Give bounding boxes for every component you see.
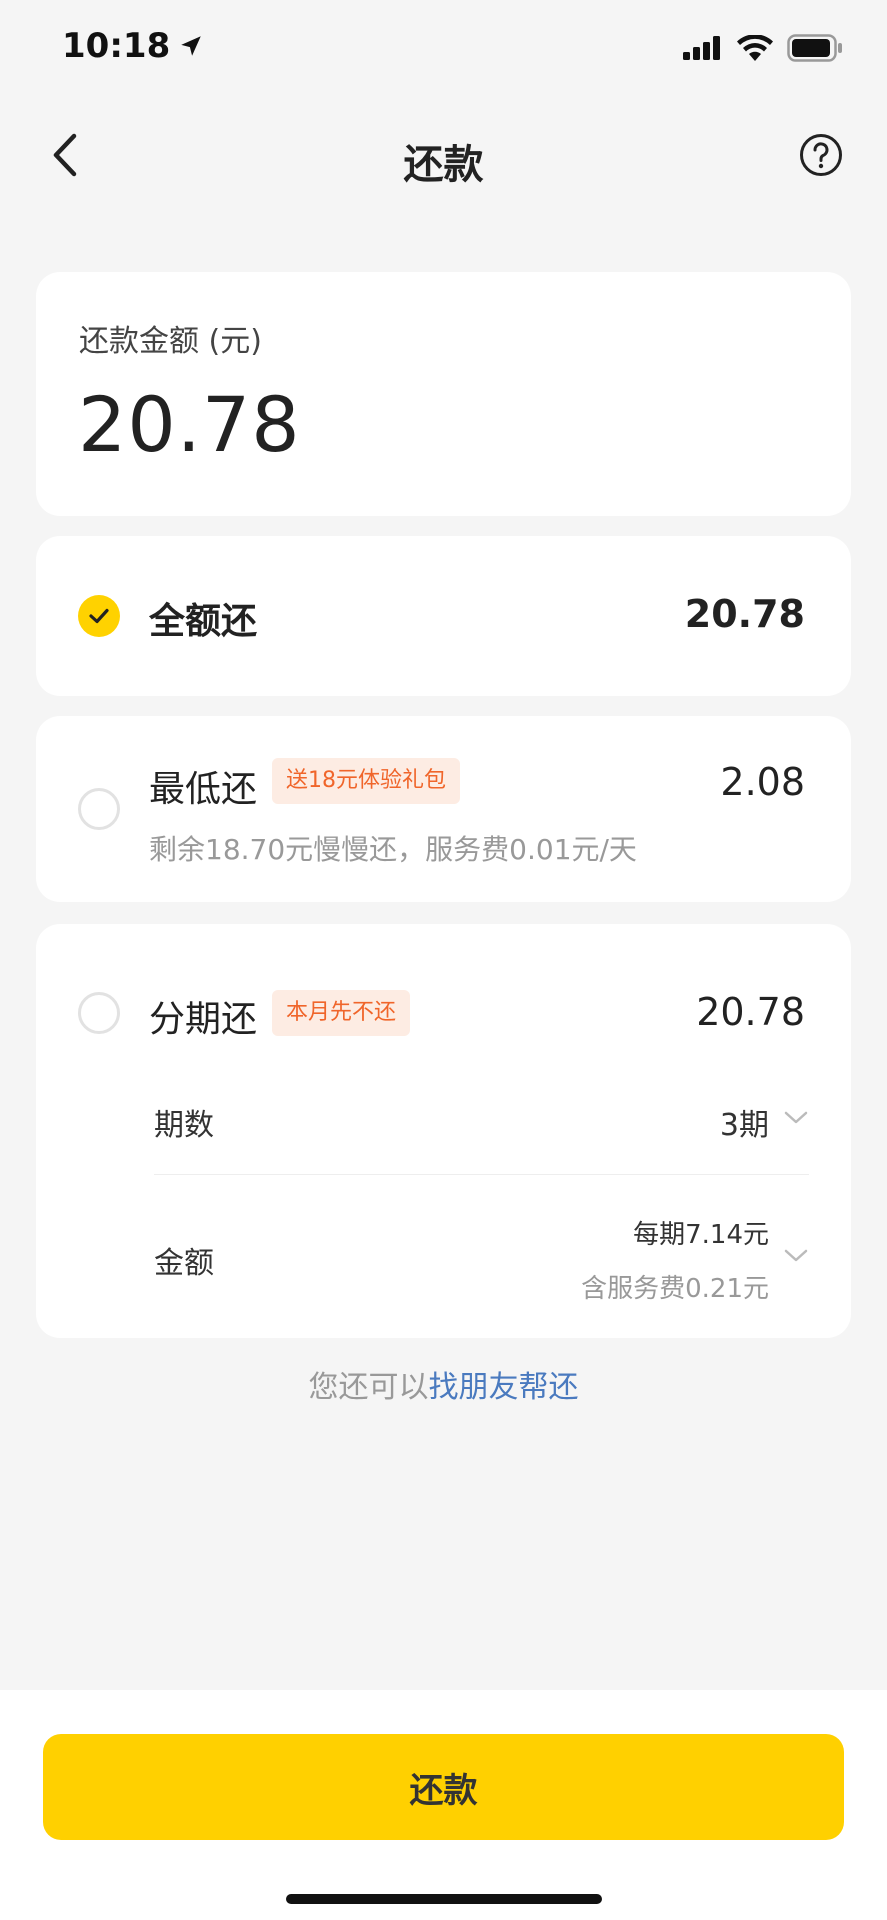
option-installment-title: 分期还 [149,999,258,1040]
status-bar: 10:18 [0,0,887,100]
home-indicator [286,1894,602,1904]
repayment-amount-value: 20.78 [78,380,301,469]
option-minimum-title: 最低还 [149,769,258,810]
ask-friend-line: 您还可以找朋友帮还 [0,1362,887,1406]
repayment-amount-label: 还款金额 (元) [79,324,262,359]
cellular-signal-icon [683,36,720,60]
ask-friend-link[interactable]: 找朋友帮还 [429,1370,579,1405]
installment-per-period-amount: 每期7.14元 [633,1220,769,1250]
status-time: 10:18 [62,26,204,66]
option-installment-repayment[interactable]: 分期还 本月先不还 20.78 期数 3期 金额 每期7.14元 含服务费0.2… [36,924,851,1338]
option-minimum-repayment[interactable]: 最低还 送18元体验礼包 2.08 剩余18.70元慢慢还，服务费0.01元/天 [36,716,851,902]
chevron-down-icon[interactable] [783,1110,809,1126]
repay-button[interactable]: 还款 [43,1734,844,1840]
battery-icon [787,34,842,62]
wifi-icon [737,35,773,61]
repayment-amount-card: 还款金额 (元) 20.78 [36,272,851,516]
radio-installment-repayment[interactable] [78,992,120,1034]
checkmark-icon [89,608,109,624]
installment-periods-select[interactable]: 3期 [720,1100,769,1144]
installment-periods-label: 期数 [154,1108,214,1143]
navigation-bar: 还款 [0,110,887,200]
installment-fee-note: 含服务费0.21元 [581,1274,769,1304]
option-full-repayment[interactable]: 全额还 20.78 [36,536,851,696]
divider [154,1174,809,1175]
chevron-down-icon[interactable] [783,1248,809,1264]
radio-minimum-repayment[interactable] [78,788,120,830]
option-minimum-tag: 送18元体验礼包 [272,758,460,804]
option-minimum-subtitle: 剩余18.70元慢慢还，服务费0.01元/天 [149,833,637,866]
status-icons [683,34,843,62]
option-full-title: 全额还 [149,601,258,642]
page-title: 还款 [403,142,484,188]
option-full-value: 20.78 [684,592,805,636]
option-minimum-value: 2.08 [720,760,805,804]
location-arrow-icon [181,36,201,56]
ask-friend-prefix: 您还可以 [308,1370,429,1405]
bottom-action-panel: 还款 [0,1690,887,1920]
radio-full-repayment[interactable] [78,595,120,637]
option-installment-value: 20.78 [696,990,805,1034]
help-question-icon[interactable] [799,133,843,177]
installment-amount-label: 金额 [154,1246,214,1281]
option-installment-tag: 本月先不还 [272,990,411,1036]
status-time-text: 10:18 [62,26,171,66]
